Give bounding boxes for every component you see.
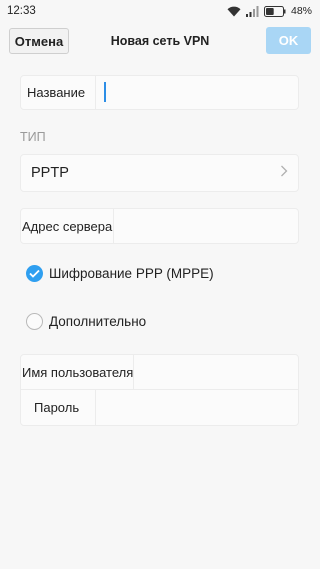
name-field-row[interactable]: Название bbox=[20, 75, 299, 110]
username-input[interactable] bbox=[134, 355, 319, 389]
action-bar: Отмена Новая сеть VPN OK bbox=[0, 22, 320, 60]
vpn-type-selector[interactable]: PPTP bbox=[20, 154, 299, 192]
server-input[interactable] bbox=[114, 209, 298, 243]
name-input[interactable] bbox=[96, 76, 298, 109]
status-time: 12:33 bbox=[7, 5, 36, 17]
mppe-checkbox[interactable] bbox=[26, 265, 43, 282]
username-label: Имя пользователя bbox=[21, 355, 135, 389]
mppe-checkbox-row[interactable]: Шифрование PPP (MPPE) bbox=[26, 265, 214, 282]
advanced-checkbox[interactable] bbox=[26, 313, 43, 330]
name-label: Название bbox=[21, 76, 96, 109]
vpn-type-value: PPTP bbox=[31, 165, 69, 181]
server-field-row[interactable]: Адрес сервера bbox=[20, 208, 299, 244]
ok-button[interactable]: OK bbox=[266, 27, 311, 54]
wifi-icon bbox=[227, 6, 241, 17]
password-label: Пароль bbox=[21, 390, 96, 425]
battery-icon bbox=[263, 5, 286, 17]
status-bar: 12:33 48% bbox=[0, 0, 320, 22]
text-cursor bbox=[104, 82, 106, 102]
server-label: Адрес сервера bbox=[21, 209, 114, 243]
signal-icon bbox=[245, 5, 259, 17]
advanced-checkbox-row[interactable]: Дополнительно bbox=[26, 313, 146, 330]
password-field-row[interactable]: Пароль bbox=[21, 390, 298, 425]
status-icons: 48% bbox=[227, 5, 312, 17]
cancel-button[interactable]: Отмена bbox=[9, 28, 69, 54]
username-field-row[interactable]: Имя пользователя bbox=[21, 355, 319, 390]
advanced-label: Дополнительно bbox=[49, 314, 147, 329]
type-section-label: ТИП bbox=[20, 130, 46, 144]
password-input[interactable] bbox=[96, 390, 298, 425]
credentials-group: Имя пользователя Пароль bbox=[20, 354, 319, 426]
checkmark-icon bbox=[29, 269, 40, 278]
mppe-label: Шифрование PPP (MPPE) bbox=[49, 266, 214, 281]
battery-percent: 48% bbox=[290, 5, 312, 17]
chevron-right-icon bbox=[280, 164, 288, 182]
